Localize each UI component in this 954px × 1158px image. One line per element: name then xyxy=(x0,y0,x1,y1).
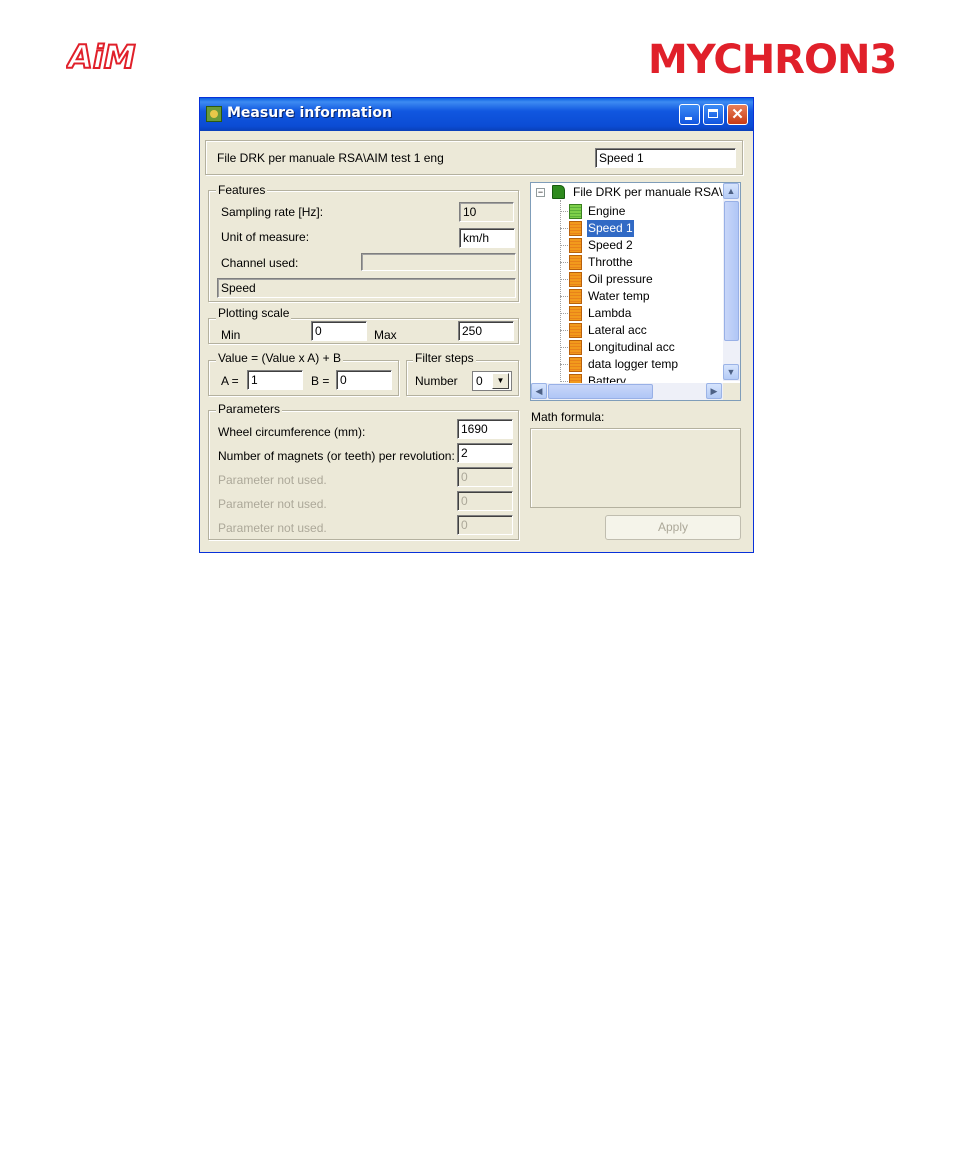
close-icon: ✕ xyxy=(731,106,744,123)
mychron-logo: MYCHRON3 xyxy=(648,40,897,80)
sampling-rate-field: 10 xyxy=(459,202,514,222)
max-input[interactable]: 250 xyxy=(458,321,514,341)
parameters-legend: Parameters xyxy=(216,402,283,416)
features-legend: Features xyxy=(216,183,268,197)
b-input[interactable]: 0 xyxy=(336,370,392,390)
filter-number-label: Number xyxy=(415,374,458,388)
math-formula-box xyxy=(530,428,741,508)
unit-of-measure-label: Unit of measure: xyxy=(221,230,310,244)
a-input[interactable]: 1 xyxy=(247,370,303,390)
hscroll-thumb[interactable] xyxy=(548,384,653,399)
tree-item-label[interactable]: Lambda xyxy=(587,305,632,322)
orange-channel-icon xyxy=(569,272,582,287)
close-button[interactable]: ✕ xyxy=(727,104,748,125)
tree-item-label[interactable]: Lateral acc xyxy=(587,322,648,339)
math-formula-label: Math formula: xyxy=(531,410,605,424)
tree-branch-line xyxy=(560,245,568,246)
scroll-thumb[interactable] xyxy=(724,201,739,341)
file-icon xyxy=(552,185,565,199)
parameter-label: Wheel circumference (mm): xyxy=(218,425,366,439)
orange-channel-icon xyxy=(569,289,582,304)
max-label: Max xyxy=(374,328,397,342)
tree-branch-line xyxy=(560,381,568,382)
parameter-label: Parameter not used. xyxy=(218,521,327,535)
orange-channel-icon xyxy=(569,323,582,338)
filter-steps-legend: Filter steps xyxy=(413,351,476,365)
tree-item-label[interactable]: Oil pressure xyxy=(587,271,654,288)
tree-branch-line xyxy=(560,279,568,280)
tree-branch-line xyxy=(560,211,568,212)
app-icon xyxy=(206,106,222,122)
vertical-scrollbar[interactable]: ▲ ▼ xyxy=(723,183,740,381)
tree-branch-line xyxy=(560,330,568,331)
scroll-left-icon[interactable]: ◀ xyxy=(531,383,547,399)
tree-root-label[interactable]: File DRK per manuale RSA\AIM test 1 eng xyxy=(573,185,723,199)
tree-item-label[interactable]: Engine xyxy=(587,203,626,220)
aim-logo-text: AiM xyxy=(66,38,136,74)
orange-channel-icon xyxy=(569,306,582,321)
orange-channel-icon xyxy=(569,221,582,236)
sampling-rate-label: Sampling rate [Hz]: xyxy=(221,205,324,219)
scroll-corner xyxy=(723,383,740,400)
orange-channel-icon xyxy=(569,255,582,270)
parameter-input[interactable]: 2 xyxy=(457,443,513,463)
parameter-input: 0 xyxy=(457,515,513,535)
channel-tree[interactable]: − File DRK per manuale RSA\AIM test 1 en… xyxy=(530,182,741,401)
b-label: B = xyxy=(311,374,330,388)
parameter-label: Parameter not used. xyxy=(218,497,327,511)
scroll-down-icon[interactable]: ▼ xyxy=(723,364,739,380)
value-formula-legend: Value = (Value x A) + B xyxy=(216,351,343,365)
green-channel-icon xyxy=(569,204,582,219)
parameter-input[interactable]: 1690 xyxy=(457,419,513,439)
tree-branch-line xyxy=(560,228,568,229)
filter-number-value: 0 xyxy=(476,374,483,388)
orange-channel-icon xyxy=(569,340,582,355)
channel-used-label: Channel used: xyxy=(221,256,299,270)
min-input[interactable]: 0 xyxy=(311,321,367,341)
scroll-right-icon[interactable]: ▶ xyxy=(706,383,722,399)
minimize-button[interactable] xyxy=(679,104,700,125)
min-label: Min xyxy=(221,328,241,342)
parameter-label: Parameter not used. xyxy=(218,473,327,487)
title-bar[interactable]: Measure information ✕ xyxy=(200,98,753,131)
tree-item-label[interactable]: Longitudinal acc xyxy=(587,339,676,356)
channel-type-field: Speed xyxy=(217,278,516,298)
tree-branch-line xyxy=(560,296,568,297)
parameter-input: 0 xyxy=(457,467,513,487)
tree-branch-line xyxy=(560,313,568,314)
mychron-logo-text: MYCHRON3 xyxy=(648,37,897,83)
unit-of-measure-input[interactable]: km/h xyxy=(459,228,515,248)
chevron-down-icon[interactable]: ▼ xyxy=(492,373,509,389)
parameter-label: Number of magnets (or teeth) per revolut… xyxy=(218,449,455,463)
tree-item-label[interactable]: Throtthe xyxy=(587,254,634,271)
measure-information-window: Measure information ✕ File DRK per manua… xyxy=(199,97,754,553)
tree-item-label[interactable]: Speed 2 xyxy=(587,237,634,254)
tree-item-label[interactable]: Speed 1 xyxy=(586,219,635,238)
horizontal-scrollbar[interactable]: ◀ ▶ xyxy=(531,383,723,400)
apply-button[interactable]: Apply xyxy=(605,515,741,540)
orange-channel-icon xyxy=(569,357,582,372)
a-label: A = xyxy=(221,374,239,388)
aim-logo: AiM xyxy=(66,38,137,74)
scroll-up-icon[interactable]: ▲ xyxy=(723,183,739,199)
orange-channel-icon xyxy=(569,238,582,253)
tree-branch-line xyxy=(560,262,568,263)
tree-item-label[interactable]: Water temp xyxy=(587,288,651,305)
tree-branch-line xyxy=(560,364,568,365)
tree-item-label[interactable]: data logger temp xyxy=(587,356,679,373)
tree-branch-line xyxy=(560,347,568,348)
maximize-button[interactable] xyxy=(703,104,724,125)
window-title: Measure information xyxy=(227,105,392,121)
channel-name-input[interactable]: Speed 1 xyxy=(595,148,736,168)
plotting-scale-legend: Plotting scale xyxy=(216,306,292,320)
file-label: File DRK per manuale RSA\AIM test 1 eng xyxy=(217,151,444,165)
collapse-icon[interactable]: − xyxy=(536,188,545,197)
channel-used-field xyxy=(361,253,516,271)
parameter-input: 0 xyxy=(457,491,513,511)
